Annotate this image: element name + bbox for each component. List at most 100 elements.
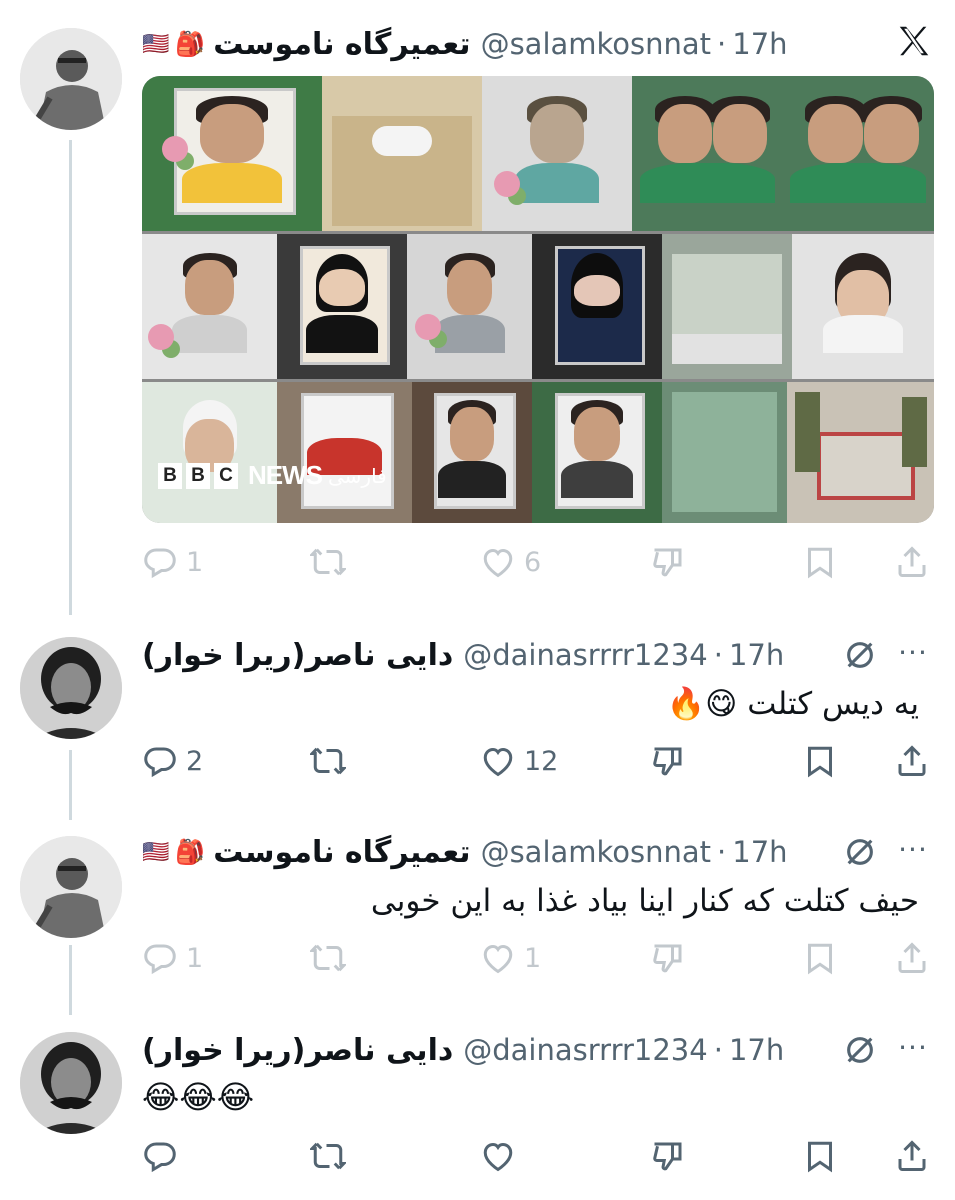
like-button[interactable] bbox=[480, 1134, 524, 1178]
display-name[interactable]: تعمیرگاه ناموست bbox=[213, 835, 470, 870]
share-button[interactable] bbox=[894, 1134, 930, 1178]
avatar[interactable] bbox=[20, 1032, 122, 1134]
repost-button[interactable] bbox=[310, 540, 346, 584]
tweet-actions bbox=[142, 1134, 932, 1178]
tweet-text: 😂😂😂 bbox=[142, 1078, 255, 1116]
display-name[interactable]: تعمیرگاه ناموست bbox=[213, 27, 470, 62]
separator: · bbox=[713, 638, 723, 672]
tweet-text: یه دیس کتلت 😋🔥 bbox=[666, 686, 920, 722]
tweet-1[interactable]: 🇺🇸 🎒 تعمیرگاه ناموست @salamkosnnat · 17h bbox=[0, 0, 955, 610]
avatar-image bbox=[20, 836, 122, 938]
photo-tile bbox=[792, 234, 934, 379]
bookmark-icon bbox=[808, 1141, 832, 1173]
avatar[interactable] bbox=[20, 637, 122, 739]
user-handle[interactable]: @salamkosnnat bbox=[481, 835, 711, 869]
photo-tile bbox=[277, 382, 412, 523]
share-icon bbox=[898, 546, 926, 577]
dislike-button[interactable] bbox=[650, 1134, 686, 1178]
photo-tile bbox=[142, 76, 322, 231]
photo-tile bbox=[407, 234, 532, 379]
bbc-language-label: فارسی bbox=[328, 463, 387, 488]
like-icon bbox=[483, 747, 513, 777]
dislike-icon bbox=[653, 944, 682, 973]
photo-tile bbox=[142, 234, 277, 379]
more-icon[interactable]: ··· bbox=[893, 635, 933, 675]
bookmark-button[interactable] bbox=[802, 739, 838, 783]
x-logo-icon[interactable] bbox=[895, 22, 933, 60]
timestamp[interactable]: 17h bbox=[729, 638, 784, 672]
like-button[interactable]: 6 bbox=[480, 540, 541, 584]
bookmark-button[interactable] bbox=[802, 936, 838, 980]
dislike-button[interactable] bbox=[650, 540, 686, 584]
reply-count: 1 bbox=[186, 546, 204, 578]
separator: · bbox=[713, 1033, 723, 1067]
separator: · bbox=[717, 27, 727, 61]
display-name[interactable]: دایی ناصر(ریرا خوار) bbox=[142, 1033, 453, 1068]
tweet-2[interactable]: دایی ناصر(ریرا خوار) @dainasrrrr1234 · 1… bbox=[0, 615, 955, 815]
user-handle[interactable]: @salamkosnnat bbox=[481, 27, 711, 61]
tweet-header: 🇺🇸 🎒 تعمیرگاه ناموست @salamkosnnat · 17h bbox=[142, 832, 855, 872]
reply-icon bbox=[144, 1142, 176, 1173]
repost-icon bbox=[310, 548, 346, 576]
photo-tile bbox=[632, 76, 782, 231]
more-icon[interactable]: ··· bbox=[893, 1030, 933, 1070]
reply-button[interactable]: 2 bbox=[142, 739, 203, 783]
dislike-icon bbox=[653, 747, 682, 776]
share-button[interactable] bbox=[894, 936, 930, 980]
photo-tile bbox=[662, 234, 792, 379]
grok-icon[interactable] bbox=[843, 835, 877, 869]
like-button[interactable]: 1 bbox=[480, 936, 541, 980]
repost-button[interactable] bbox=[310, 739, 346, 783]
photo-tile bbox=[412, 382, 532, 523]
photo-tile bbox=[482, 76, 632, 231]
timestamp[interactable]: 17h bbox=[729, 1033, 784, 1067]
like-count: 6 bbox=[524, 546, 542, 578]
user-handle[interactable]: @dainasrrrr1234 bbox=[463, 1033, 707, 1067]
reply-button[interactable] bbox=[142, 1134, 186, 1178]
repost-button[interactable] bbox=[310, 936, 346, 980]
reply-button[interactable]: 1 bbox=[142, 540, 203, 584]
timestamp[interactable]: 17h bbox=[732, 27, 787, 61]
reply-icon bbox=[144, 747, 176, 778]
reply-icon bbox=[144, 944, 176, 975]
flag-emoji: 🇺🇸 bbox=[142, 839, 170, 865]
tweet-actions: 2 12 bbox=[142, 739, 932, 783]
separator: · bbox=[717, 835, 727, 869]
media-collage[interactable]: B B C NEWS فارسی bbox=[142, 76, 934, 523]
reply-button[interactable]: 1 bbox=[142, 936, 203, 980]
share-button[interactable] bbox=[894, 739, 930, 783]
share-button[interactable] bbox=[894, 540, 930, 584]
tweet-3[interactable]: 🇺🇸 🎒 تعمیرگاه ناموست @salamkosnnat · 17h… bbox=[0, 812, 955, 1012]
grok-icon[interactable] bbox=[843, 638, 877, 672]
reply-count: 1 bbox=[186, 942, 204, 974]
like-count: 1 bbox=[524, 942, 542, 974]
share-icon bbox=[898, 1140, 926, 1171]
avatar[interactable] bbox=[20, 836, 122, 938]
timestamp[interactable]: 17h bbox=[732, 835, 787, 869]
reply-icon bbox=[144, 548, 176, 579]
display-name[interactable]: دایی ناصر(ریرا خوار) bbox=[142, 638, 453, 673]
bookmark-button[interactable] bbox=[802, 540, 838, 584]
like-button[interactable]: 12 bbox=[480, 739, 558, 783]
tweet-4[interactable]: دایی ناصر(ریرا خوار) @dainasrrrr1234 · 1… bbox=[0, 1010, 955, 1200]
reply-count: 2 bbox=[186, 745, 204, 777]
repost-icon bbox=[310, 944, 346, 972]
photo-tile bbox=[532, 382, 662, 523]
bbc-news-label: NEWS bbox=[248, 460, 323, 490]
repost-icon bbox=[310, 1142, 346, 1170]
dislike-button[interactable] bbox=[650, 739, 686, 783]
user-handle[interactable]: @dainasrrrr1234 bbox=[463, 638, 707, 672]
bbc-letter: C bbox=[214, 462, 238, 489]
dislike-icon bbox=[653, 1142, 682, 1171]
avatar[interactable] bbox=[20, 28, 122, 130]
photo-tile bbox=[532, 234, 662, 379]
grok-icon[interactable] bbox=[843, 1033, 877, 1067]
like-icon bbox=[483, 1142, 513, 1172]
photo-tile bbox=[277, 234, 407, 379]
repost-button[interactable] bbox=[310, 1134, 346, 1178]
photo-tile bbox=[662, 382, 787, 523]
bookmark-button[interactable] bbox=[802, 1134, 838, 1178]
backpack-emoji: 🎒 bbox=[175, 30, 206, 58]
dislike-button[interactable] bbox=[650, 936, 686, 980]
more-icon[interactable]: ··· bbox=[893, 832, 933, 872]
